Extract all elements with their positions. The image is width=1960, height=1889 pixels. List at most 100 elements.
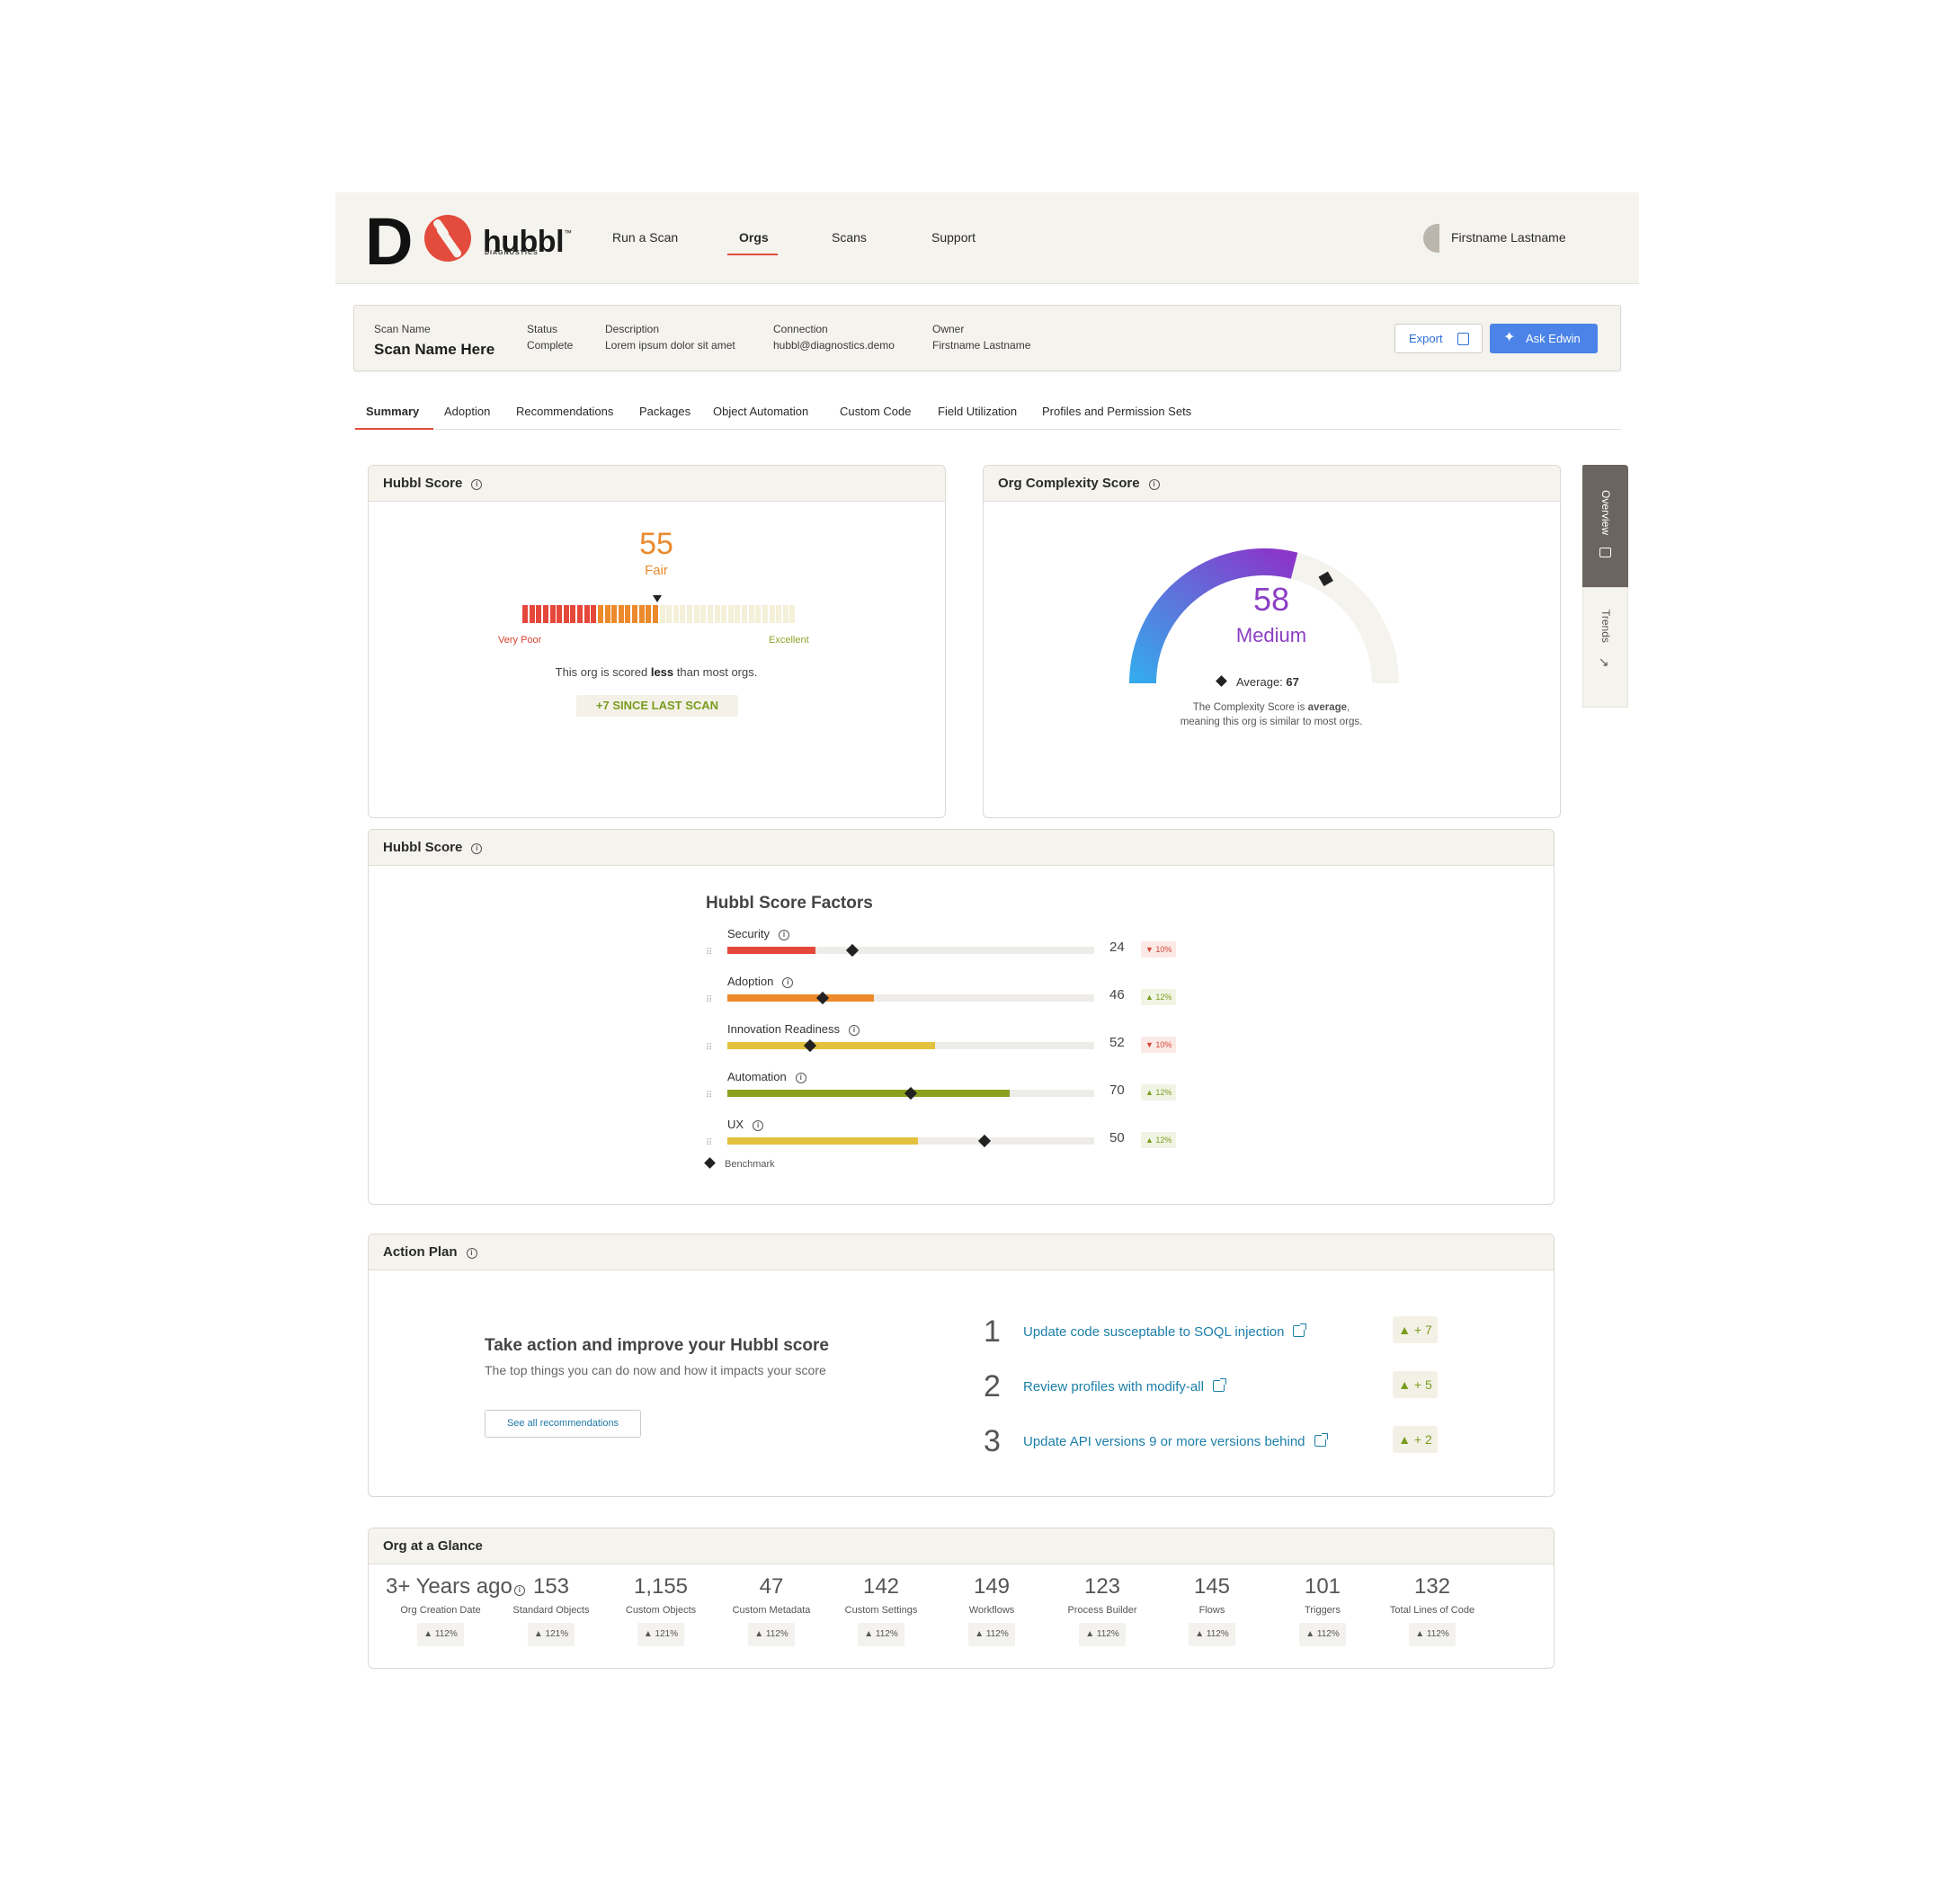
info-icon[interactable]: i	[471, 843, 483, 854]
connection-value: hubbl@diagnostics.demo	[773, 339, 895, 352]
tab-summary[interactable]: Summary	[366, 405, 419, 418]
action-item-link[interactable]: Review profiles with modify-all	[1023, 1378, 1226, 1394]
info-icon[interactable]: i	[795, 1073, 806, 1083]
info-icon[interactable]: i	[849, 1025, 860, 1036]
score-segment	[618, 605, 624, 623]
glance-stat: 3+ Years ago i Org Creation Date ▲ 112%	[386, 1574, 525, 1646]
complexity-description: The Complexity Score is average, meaning…	[984, 700, 1559, 729]
factor-bar-track	[727, 1137, 1094, 1145]
score-segment	[542, 605, 548, 623]
nav-scans[interactable]: Scans	[832, 230, 867, 245]
glance-stat: 1,155 Custom Objects ▲ 121%	[606, 1574, 716, 1646]
score-segment	[742, 605, 747, 623]
owner-label: Owner	[932, 323, 965, 335]
score-segment	[570, 605, 576, 623]
hubbl-score-title: Hubbl Score	[383, 476, 463, 491]
glance-stat-value: 47	[717, 1574, 826, 1599]
glance-stat-number: 145	[1193, 1574, 1231, 1599]
score-segment-bar	[522, 605, 797, 623]
score-segment	[748, 605, 754, 623]
factor-row[interactable]: ⠿ UX i 50 ▲ 12%	[706, 1118, 1191, 1164]
side-tab-trends[interactable]: Trends ↗	[1582, 587, 1628, 708]
score-segment	[680, 605, 686, 623]
factor-row[interactable]: ⠿ Adoption i 46 ▲ 12%	[706, 975, 1191, 1021]
delta-arrow-icon: ▲	[1145, 1088, 1156, 1097]
hubbl-logo-icon[interactable]	[424, 215, 471, 262]
drag-handle-icon[interactable]: ⠿	[706, 996, 712, 1005]
info-icon[interactable]: i	[1148, 479, 1160, 490]
action-item: 3 Update API versions 9 or more versions…	[984, 1423, 1451, 1459]
hubbl-score-card-header: Hubbl Score i	[369, 466, 945, 502]
glance-stat-change-badge: ▲ 121%	[527, 1623, 575, 1646]
hubbl-score-factors-header: Hubbl Score i	[369, 830, 1554, 866]
score-segment	[557, 605, 563, 623]
info-icon[interactable]: i	[753, 1120, 764, 1131]
delta-arrow-icon: ▼	[1145, 1040, 1156, 1049]
description-value: Lorem ipsum dolor sit amet	[605, 339, 735, 352]
glance-stat-number: 149	[973, 1574, 1011, 1599]
factor-row[interactable]: ⠿ Automation i 70 ▲ 12%	[706, 1070, 1191, 1117]
action-item-number: 1	[984, 1314, 1001, 1349]
tab-adoption[interactable]: Adoption	[444, 405, 490, 418]
tab-object-automation[interactable]: Object Automation	[713, 405, 808, 418]
glance-stat-label: Process Builder	[1067, 1605, 1137, 1616]
factor-delta-badge: ▼ 10%	[1141, 1037, 1177, 1053]
drag-handle-icon[interactable]: ⠿	[706, 1092, 712, 1100]
glance-stat-number: 101	[1304, 1574, 1341, 1599]
tab-profiles-and-permission-sets[interactable]: Profiles and Permission Sets	[1042, 405, 1191, 418]
side-tab-trends-label: Trends	[1599, 610, 1612, 643]
tab-packages[interactable]: Packages	[639, 405, 690, 418]
action-plan-card: Action Plan i Take action and improve you…	[368, 1234, 1555, 1497]
delta-arrow-icon: ▼	[1145, 945, 1156, 954]
info-icon[interactable]: i	[471, 479, 483, 490]
score-segment	[721, 605, 727, 623]
glance-stat: 101 Triggers ▲ 112%	[1268, 1574, 1377, 1646]
glance-stat-label: Custom Objects	[625, 1605, 697, 1616]
tab-field-utilization[interactable]: Field Utilization	[938, 405, 1017, 418]
drag-handle-icon[interactable]: ⠿	[706, 1044, 712, 1053]
score-segment	[652, 605, 658, 623]
info-icon[interactable]: i	[782, 977, 794, 988]
trend-arrow-icon: ↗	[1597, 656, 1612, 668]
factor-name-text: Adoption	[727, 975, 774, 988]
info-icon[interactable]: i	[466, 1248, 477, 1259]
nav-support[interactable]: Support	[931, 230, 976, 245]
factor-delta-text: 12%	[1155, 1088, 1172, 1097]
nav-run-a-scan[interactable]: Run a Scan	[612, 230, 678, 245]
score-segment	[597, 605, 603, 623]
factor-bar-track	[727, 994, 1094, 1002]
brand-letter-logo[interactable]: D	[365, 209, 413, 275]
glance-stat-label: Total Lines of Code	[1389, 1605, 1475, 1616]
average-label: Average:	[1236, 675, 1287, 689]
action-item-link[interactable]: Update code susceptable to SOQL injectio…	[1023, 1323, 1307, 1340]
drag-handle-icon[interactable]: ⠿	[706, 1139, 712, 1148]
glance-stat-change-badge: ▲ 112%	[968, 1623, 1015, 1646]
info-icon[interactable]: i	[778, 930, 789, 940]
drag-handle-icon[interactable]: ⠿	[706, 949, 712, 958]
score-segment	[549, 605, 556, 623]
factor-row[interactable]: ⠿ Innovation Readiness i 52 ▼ 10%	[706, 1022, 1191, 1069]
export-button-label: Export	[1409, 332, 1443, 345]
see-all-recommendations-button[interactable]: See all recommendations	[485, 1410, 641, 1438]
score-segment	[789, 605, 796, 623]
glance-stat: 149 Workflows ▲ 112%	[937, 1574, 1047, 1646]
nav-orgs[interactable]: Orgs	[739, 230, 769, 245]
side-tab-overview[interactable]: Overview	[1582, 465, 1628, 587]
action-item-link[interactable]: Update API versions 9 or more versions b…	[1023, 1433, 1328, 1449]
tab-custom-code[interactable]: Custom Code	[840, 405, 911, 418]
user-name[interactable]: Firstname Lastname	[1451, 230, 1566, 245]
tab-recommendations[interactable]: Recommendations	[516, 405, 613, 418]
factor-bar-fill	[727, 1137, 918, 1145]
factor-row[interactable]: ⠿ Security i 24 ▼ 10%	[706, 927, 1191, 974]
factor-bar-fill	[727, 1042, 935, 1049]
scale-low-label: Very Poor	[498, 635, 542, 646]
ask-edwin-button[interactable]: ✦ Ask Edwin	[1490, 324, 1598, 353]
export-button[interactable]: Export	[1394, 324, 1483, 353]
user-avatar[interactable]	[1423, 224, 1439, 253]
score-segment	[577, 605, 583, 623]
factor-name-text: Security	[727, 927, 770, 940]
glance-stat-number: 1,155	[633, 1574, 689, 1599]
external-link-icon	[1212, 1378, 1226, 1392]
factor-name-text: UX	[727, 1118, 744, 1131]
scale-high-label: Excellent	[769, 635, 809, 646]
